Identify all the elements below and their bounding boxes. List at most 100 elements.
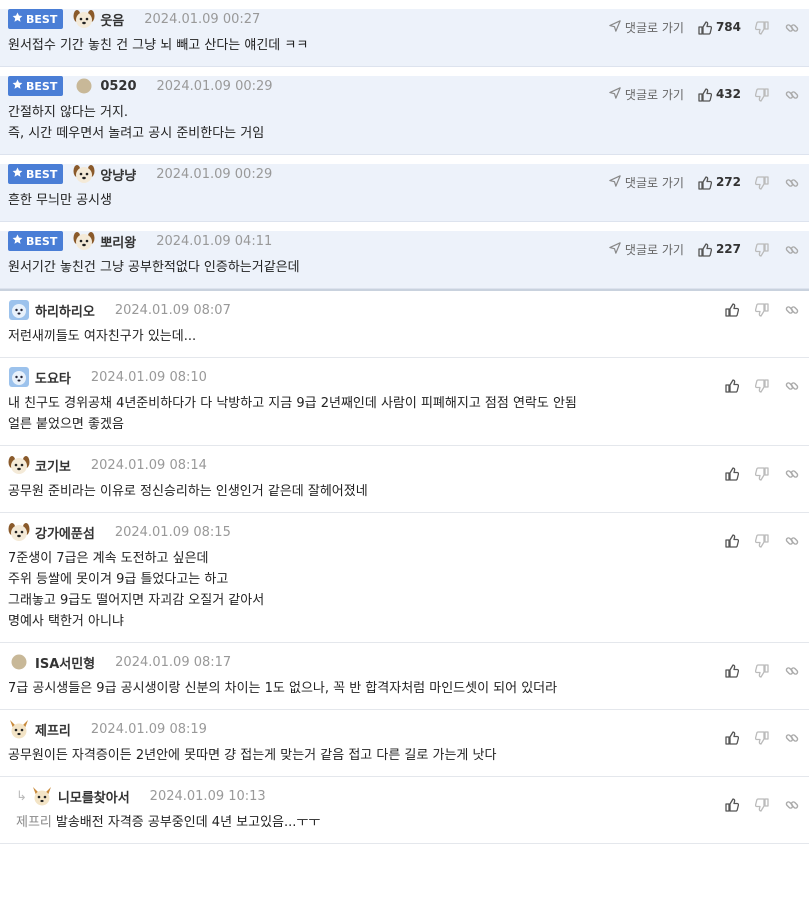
comment-text: 제프리 발송배전 자격증 공부중인데 4년 보고있음...ㅜㅜ [16, 806, 801, 843]
thumbs-up-icon [725, 533, 740, 548]
nickname[interactable]: ISA서민형 [35, 653, 95, 672]
nickname[interactable]: 뽀리왕 [100, 232, 136, 251]
link-icon[interactable] [785, 20, 799, 34]
dog-avatar[interactable] [73, 163, 95, 185]
upvote-button[interactable]: 432 [698, 87, 741, 102]
comment-line: 공무원이든 자격증이든 2년안에 못따면 걍 접는게 맞는거 같음 접고 다른 … [8, 748, 497, 763]
upvote-button[interactable] [725, 797, 740, 812]
thumbs-up-icon [698, 175, 713, 190]
thumbs-down-icon[interactable] [754, 242, 769, 257]
upvote-button[interactable]: 272 [698, 175, 741, 190]
link-icon[interactable] [785, 302, 799, 316]
comment-line: 원서기간 놓친건 그냥 공부한적없다 인증하는거같은데 [8, 260, 300, 275]
timestamp: 2024.01.09 08:10 [90, 369, 207, 385]
comment-line: 제프리 발송배전 자격증 공부중인데 4년 보고있음...ㅜㅜ [16, 815, 321, 830]
nickname[interactable]: 앙냥냥 [100, 165, 136, 184]
dog-avatar[interactable] [8, 454, 30, 476]
go-to-comment-link[interactable]: 댓글로 가기 [609, 86, 684, 103]
comment: ISA서민형 2024.01.09 08:17 7급 공시생들은 9급 공시생이랑 … [0, 652, 809, 710]
circle-avatar[interactable] [8, 651, 30, 673]
go-to-comment-link[interactable]: 댓글로 가기 [609, 241, 684, 258]
thumbs-up-icon [698, 242, 713, 257]
link-icon[interactable] [785, 87, 799, 101]
go-to-comment-link[interactable]: 댓글로 가기 [609, 19, 684, 36]
nickname[interactable]: 제프리 [35, 720, 71, 739]
link-icon[interactable] [785, 175, 799, 189]
link-icon[interactable] [785, 663, 799, 677]
send-arrow-icon [609, 241, 621, 257]
nickname[interactable]: 강가에푼섬 [35, 523, 95, 542]
thumbs-up-icon [725, 797, 740, 812]
thumbs-up-icon [725, 730, 740, 745]
upvote-count: 432 [715, 87, 741, 101]
link-icon[interactable] [785, 730, 799, 744]
link-icon[interactable] [785, 797, 799, 811]
comment: 제프리 2024.01.09 08:19 공무원이든 자격증이든 2년안에 못따면 … [0, 719, 809, 777]
thumbs-down-icon[interactable] [754, 378, 769, 393]
best-badge: BEST [8, 164, 64, 184]
mention[interactable]: 제프리 [16, 815, 52, 830]
comment-text: 공무원 준비라는 이유로 정신승리하는 인생인거 같은데 잘헤어졌네 [8, 475, 801, 512]
comment-line: 간절하지 않다는 거지. [8, 105, 129, 120]
thumbs-up-icon [725, 663, 740, 678]
nickname[interactable]: 니모를찾아서 [58, 787, 130, 806]
thumbs-down-icon[interactable] [754, 663, 769, 678]
upvote-button[interactable] [725, 730, 740, 745]
go-to-comment-link[interactable]: 댓글로 가기 [609, 174, 684, 191]
timestamp: 2024.01.09 10:13 [149, 788, 266, 804]
comment-header: 도요타 2024.01.09 08:10 [8, 367, 801, 387]
link-icon[interactable] [785, 466, 799, 480]
link-icon[interactable] [785, 378, 799, 392]
thumbs-down-icon[interactable] [754, 87, 769, 102]
dog-avatar[interactable] [8, 521, 30, 543]
thumbs-down-icon[interactable] [754, 797, 769, 812]
blue-dog-avatar[interactable] [8, 299, 30, 321]
best-badge: BEST [8, 231, 64, 251]
nickname[interactable]: 웃음 [100, 10, 124, 29]
upvote-button[interactable] [725, 663, 740, 678]
comment-line: 7준생이 7급은 계속 도전하고 싶은데 [8, 551, 209, 566]
thumbs-down-icon[interactable] [754, 302, 769, 317]
upvote-button[interactable] [725, 533, 740, 548]
comment-line: 즉, 시간 떼우면서 놀려고 공시 준비한다는 거임 [8, 126, 265, 141]
blue-dog-avatar[interactable] [8, 366, 30, 388]
nickname[interactable]: 0520 [100, 79, 136, 94]
send-arrow-icon [609, 19, 621, 35]
upvote-button[interactable] [725, 466, 740, 481]
timestamp: 2024.01.09 04:11 [156, 233, 273, 249]
comment-line: 내 친구도 경위공채 4년준비하다가 다 낙방하고 지금 9급 2년째인데 사람… [8, 396, 577, 411]
dog-avatar[interactable] [73, 8, 95, 30]
thumbs-down-icon[interactable] [754, 20, 769, 35]
upvote-count: 227 [715, 242, 741, 256]
comment-line: 얼른 붙었으면 좋겠음 [8, 417, 124, 432]
thumbs-up-icon [698, 87, 713, 102]
upvote-button[interactable] [725, 302, 740, 317]
dog-avatar[interactable] [73, 230, 95, 252]
best-comment: BEST 0520 2024.01.09 00:29 댓글로 가기 432 간절하지 않다… [0, 76, 809, 155]
comment-text: 저런새끼들도 여자친구가 있는데... [8, 320, 801, 357]
comment-text: 내 친구도 경위공채 4년준비하다가 다 낙방하고 지금 9급 2년째인데 사람… [8, 387, 801, 445]
nickname[interactable]: 하리하리오 [35, 301, 95, 320]
fox-avatar[interactable] [8, 718, 30, 740]
timestamp: 2024.01.09 08:17 [115, 654, 232, 670]
upvote-button[interactable]: 784 [698, 20, 741, 35]
timestamp: 2024.01.09 00:27 [144, 11, 261, 27]
nickname[interactable]: 코기보 [35, 456, 71, 475]
link-icon[interactable] [785, 242, 799, 256]
thumbs-down-icon[interactable] [754, 466, 769, 481]
comment-actions [725, 530, 799, 550]
comment-line: 원서접수 기간 놓친 건 그냥 뇌 빼고 산다는 얘긴데 ㅋㅋ [8, 38, 309, 53]
upvote-button[interactable]: 227 [698, 242, 741, 257]
best-comment: BEST 앙냥냥 2024.01.09 00:29 댓글로 가기 272 흔한 무늬만 공… [0, 164, 809, 222]
fox-avatar[interactable] [31, 785, 53, 807]
link-icon[interactable] [785, 533, 799, 547]
thumbs-down-icon[interactable] [754, 175, 769, 190]
comment-header: ISA서민형 2024.01.09 08:17 [8, 652, 801, 672]
upvote-count: 784 [715, 20, 741, 34]
thumbs-down-icon[interactable] [754, 533, 769, 548]
comment-actions [725, 463, 799, 483]
nickname[interactable]: 도요타 [35, 368, 71, 387]
upvote-button[interactable] [725, 378, 740, 393]
circle-avatar[interactable] [73, 75, 95, 97]
thumbs-down-icon[interactable] [754, 730, 769, 745]
